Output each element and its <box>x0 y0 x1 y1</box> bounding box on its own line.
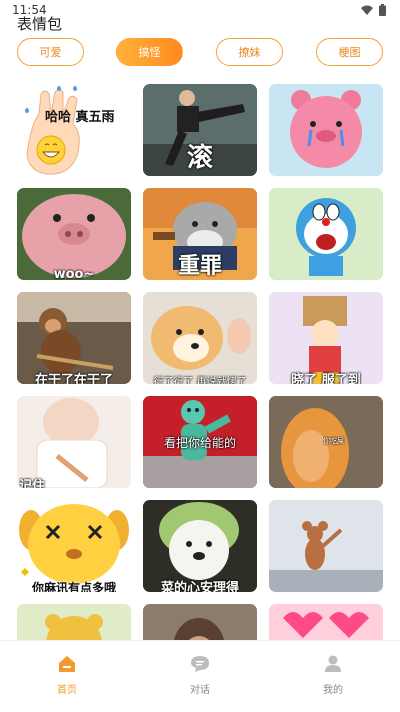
user-icon <box>325 655 341 672</box>
sticker-caption: woo~ <box>53 267 95 280</box>
sticker-grid: 哈哈 真五雨 滚 woo~ 重罪 在干了在干了 行了行了 再说就愣了 晓了 服了… <box>17 84 383 640</box>
sticker-tile[interactable] <box>269 500 383 592</box>
nav-mine-label: 我的 <box>323 685 343 696</box>
sticker-tile[interactable] <box>269 84 383 176</box>
sticker-caption: 记住 <box>19 479 46 488</box>
sticker-tile[interactable]: woo~ <box>17 188 131 280</box>
sticker-tile[interactable] <box>143 604 257 640</box>
sticker-caption: 晓了 服了到 <box>291 373 361 384</box>
sticker-caption: 你麻讯有点多哦 <box>31 581 116 592</box>
status-icons <box>361 4 386 16</box>
home-icon <box>59 656 75 672</box>
battery-icon <box>379 4 386 16</box>
sticker-tile[interactable]: 记住 <box>17 396 131 488</box>
category-tabs: 可爱 搞怪 撩妹 梗图 <box>0 38 400 70</box>
sticker-tile[interactable]: 菜的心安理得 <box>143 500 257 592</box>
sticker-tile[interactable]: 你麻讯有点多哦 <box>17 500 131 592</box>
tab-flirt[interactable]: 撩妹 <box>216 38 283 66</box>
sticker-heart-glasses-image <box>269 604 383 640</box>
sticker-tile[interactable]: 在干了在干了 <box>17 292 131 384</box>
sticker-caption: 滚 <box>186 143 213 173</box>
sticker-pink-bear-image <box>269 84 383 176</box>
sticker-caption: 哈哈 真五雨 <box>45 110 115 125</box>
sticker-puppy-image <box>143 292 257 384</box>
sticker-hand-image <box>25 86 80 175</box>
sticker-tile[interactable]: 晓了 服了到 <box>269 292 383 384</box>
sticker-tile[interactable] <box>269 188 383 280</box>
tab-funny[interactable]: 搞怪 <box>116 38 183 66</box>
bottom-nav: 首页 对话 我的 <box>0 640 400 712</box>
wifi-icon <box>361 5 373 15</box>
sticker-tile[interactable]: 你吃屎 <box>269 396 383 488</box>
sticker-jerry-image <box>269 500 383 592</box>
nav-home-label: 首页 <box>57 685 77 696</box>
sticker-tile[interactable] <box>269 604 383 640</box>
sticker-tile[interactable]: 重罪 <box>143 188 257 280</box>
sticker-caption: 菜的心安理得 <box>160 581 239 592</box>
sticker-doraemon-image <box>269 188 383 280</box>
sticker-tile[interactable]: 看把你给能的 <box>143 396 257 488</box>
sticker-tile[interactable]: 哈哈 真五雨 <box>17 84 131 176</box>
chat-bubble-icon <box>191 656 209 672</box>
sticker-caption: 重罪 <box>177 254 222 279</box>
nav-mine[interactable]: 我的 <box>293 655 373 696</box>
sticker-caption: 行了行了 再说就愣了 <box>153 377 247 384</box>
tab-cute[interactable]: 可爱 <box>17 38 84 66</box>
sticker-monkey-face-image <box>143 604 257 640</box>
tab-memes[interactable]: 梗图 <box>316 38 383 66</box>
sticker-caption: 看把你给能的 <box>163 436 236 450</box>
sticker-tile[interactable]: 行了行了 再说就愣了 <box>143 292 257 384</box>
sticker-tile[interactable] <box>17 604 131 640</box>
nav-home[interactable]: 首页 <box>27 655 107 696</box>
sticker-pooh-image <box>17 604 131 640</box>
sticker-caption: 在干了在干了 <box>34 373 113 384</box>
sticker-caption: 你吃屎 <box>323 437 344 445</box>
sticker-tile[interactable]: 滚 <box>143 84 257 176</box>
nav-chat[interactable]: 对话 <box>160 655 240 696</box>
app-title: 表情包 <box>17 15 63 33</box>
nav-chat-label: 对话 <box>190 685 210 696</box>
